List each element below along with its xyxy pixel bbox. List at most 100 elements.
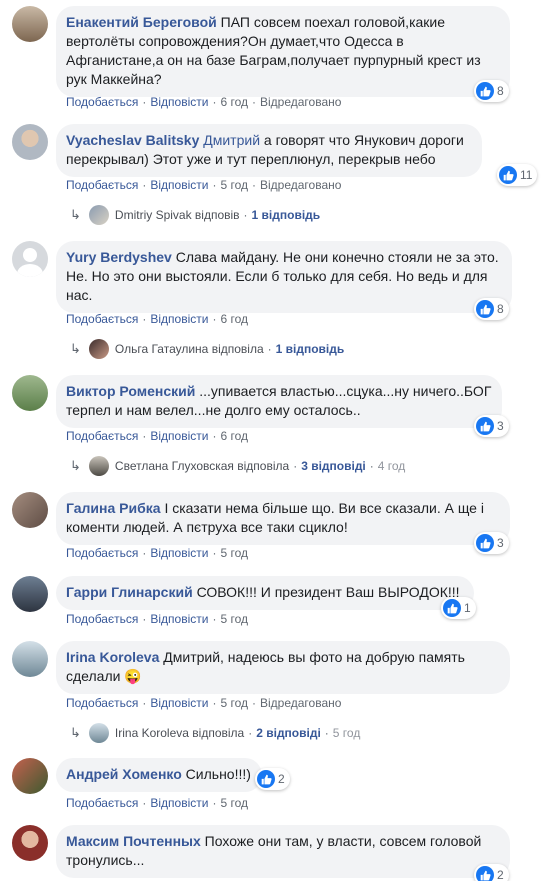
reply-author[interactable]: Светлана Глуховская відповіла xyxy=(115,459,289,473)
comment-time[interactable]: 6 год xyxy=(220,95,248,109)
comment-text: Сильно!!!) xyxy=(185,766,251,782)
thumbs-up-icon xyxy=(499,166,517,184)
reaction-count[interactable]: 8 xyxy=(474,298,509,320)
thumbs-up-icon xyxy=(476,534,494,552)
reply-link[interactable]: Відповісти xyxy=(150,796,208,810)
avatar[interactable] xyxy=(12,825,48,861)
reply-avatar xyxy=(88,205,109,225)
reply-author[interactable]: Dmitriy Spivak відповів xyxy=(115,208,240,222)
comment-time[interactable]: 6 год xyxy=(220,312,248,326)
comment-actions: Подобається · Відповісти · 5 год · Відредагова… xyxy=(66,178,342,192)
mention-link[interactable]: Дмитрий xyxy=(203,132,260,148)
comment-bubble: Yury Berdyshev Слава майдану. Не они кон… xyxy=(56,241,512,313)
like-link[interactable]: Подобається xyxy=(66,546,138,560)
thumbs-up-icon xyxy=(443,599,461,617)
comment-text: СОВОК!!! И президент Ваш ВЫРОДОК!!! xyxy=(196,584,460,600)
comment-bubble: Енакентий Береговой ПАП совсем поехал го… xyxy=(56,6,510,97)
author-name[interactable]: Irina Koroleva xyxy=(66,649,159,665)
reaction-count[interactable]: 3 xyxy=(474,415,509,437)
reply-count[interactable]: 2 відповіді xyxy=(256,726,321,740)
comment-time[interactable]: 5 год xyxy=(220,612,248,626)
like-link[interactable]: Подобається xyxy=(66,796,138,810)
replies-summary[interactable]: ↳ Irina Koroleva відповіла · 2 відповіді · 5… xyxy=(70,723,360,743)
comment-bubble: Irina Koroleva Дмитрий, надеюсь вы фото … xyxy=(56,641,510,694)
comment-actions: Подобається · Відповісти · 5 год · Відредагова… xyxy=(66,696,342,710)
reply-avatar xyxy=(88,456,109,476)
comment-actions: Подобається · Відповісти · 5 год xyxy=(66,546,248,560)
thumbs-up-icon xyxy=(476,82,494,100)
reply-time: 5 год xyxy=(332,726,361,740)
like-link[interactable]: Подобається xyxy=(66,178,138,192)
reply-count[interactable]: 1 відповідь xyxy=(252,208,321,222)
author-name[interactable]: Енакентий Береговой xyxy=(66,14,217,30)
replies-summary[interactable]: ↳ Светлана Глуховская відповіла · 3 відпов… xyxy=(70,456,405,476)
comment-bubble: Андрей Хоменко Сильно!!!) xyxy=(56,758,262,792)
reply-avatar xyxy=(88,339,109,359)
thumbs-up-icon xyxy=(476,417,494,435)
author-name[interactable]: Yury Berdyshev xyxy=(66,249,172,265)
like-link[interactable]: Подобається xyxy=(66,612,138,626)
reaction-number: 11 xyxy=(520,168,533,182)
reply-arrow-icon: ↳ xyxy=(70,725,81,740)
reaction-count[interactable]: 2 xyxy=(474,864,509,881)
reply-link[interactable]: Відповісти xyxy=(150,546,208,560)
avatar[interactable] xyxy=(12,241,48,277)
author-name[interactable]: Андрей Хоменко xyxy=(66,766,182,782)
reply-count[interactable]: 3 відповіді xyxy=(301,459,366,473)
emoji-wink-tongue: 😜 xyxy=(124,668,142,684)
reply-arrow-icon: ↳ xyxy=(70,341,81,356)
comment-actions: Подобається · Відповісти · 5 год xyxy=(66,612,248,626)
comment-bubble: Виктор Роменский ...упивается властью...… xyxy=(56,375,502,428)
reply-link[interactable]: Відповісти xyxy=(150,95,208,109)
reaction-count[interactable]: 11 xyxy=(497,164,538,186)
reply-link[interactable]: Відповісти xyxy=(150,312,208,326)
comment-actions: Подобається · Відповісти · 6 год xyxy=(66,312,248,326)
comment-time[interactable]: 5 год xyxy=(220,546,248,560)
avatar[interactable] xyxy=(12,124,48,160)
comment-time[interactable]: 5 год xyxy=(220,696,248,710)
comment-actions: Подобається · Відповісти · 6 год xyxy=(66,429,248,443)
reply-link[interactable]: Відповісти xyxy=(150,696,208,710)
comment-actions: Подобається · Відповісти · 6 год · Відредагова… xyxy=(66,95,342,109)
edited-label: Відредаговано xyxy=(260,95,342,109)
avatar[interactable] xyxy=(12,641,48,677)
like-link[interactable]: Подобається xyxy=(66,429,138,443)
comment-bubble: Гарри Глинарский СОВОК!!! И президент Ва… xyxy=(56,576,474,610)
avatar[interactable] xyxy=(12,375,48,411)
comment-time[interactable]: 6 год xyxy=(220,429,248,443)
author-name[interactable]: Гарри Глинарский xyxy=(66,584,193,600)
reply-author[interactable]: Ольга Гатаулина відповіла xyxy=(115,342,264,356)
reply-link[interactable]: Відповісти xyxy=(150,178,208,192)
reply-arrow-icon: ↳ xyxy=(70,458,81,473)
avatar[interactable] xyxy=(12,492,48,528)
reaction-count[interactable]: 8 xyxy=(474,80,509,102)
reply-avatar xyxy=(88,723,109,743)
avatar[interactable] xyxy=(12,758,48,794)
reply-time: 4 год xyxy=(377,459,406,473)
like-link[interactable]: Подобається xyxy=(66,312,138,326)
reply-count[interactable]: 1 відповідь xyxy=(276,342,345,356)
avatar[interactable] xyxy=(12,6,48,42)
reaction-number: 3 xyxy=(497,536,504,550)
author-name[interactable]: Виктор Роменский xyxy=(66,383,195,399)
reaction-number: 1 xyxy=(464,601,471,615)
comment-bubble: Галина Рибка І сказати нема більше що. В… xyxy=(56,492,510,545)
reply-author[interactable]: Irina Koroleva відповіла xyxy=(115,726,244,740)
avatar[interactable] xyxy=(12,576,48,612)
reply-link[interactable]: Відповісти xyxy=(150,429,208,443)
author-name[interactable]: Vyacheslav Balitsky xyxy=(66,132,199,148)
like-link[interactable]: Подобається xyxy=(66,696,138,710)
comment-time[interactable]: 5 год xyxy=(220,178,248,192)
reply-link[interactable]: Відповісти xyxy=(150,612,208,626)
like-link[interactable]: Подобається xyxy=(66,95,138,109)
reaction-count[interactable]: 2 xyxy=(255,768,290,790)
reaction-number: 3 xyxy=(497,419,504,433)
replies-summary[interactable]: ↳ Ольга Гатаулина відповіла · 1 відповідь xyxy=(70,339,344,359)
author-name[interactable]: Галина Рибка xyxy=(66,500,161,516)
author-name[interactable]: Максим Почтенных xyxy=(66,833,201,849)
comment-time[interactable]: 5 год xyxy=(220,796,248,810)
edited-label: Відредаговано xyxy=(260,178,342,192)
reaction-count[interactable]: 3 xyxy=(474,532,509,554)
reaction-count[interactable]: 1 xyxy=(441,597,476,619)
replies-summary[interactable]: ↳ Dmitriy Spivak відповів · 1 відповідь xyxy=(70,205,320,225)
